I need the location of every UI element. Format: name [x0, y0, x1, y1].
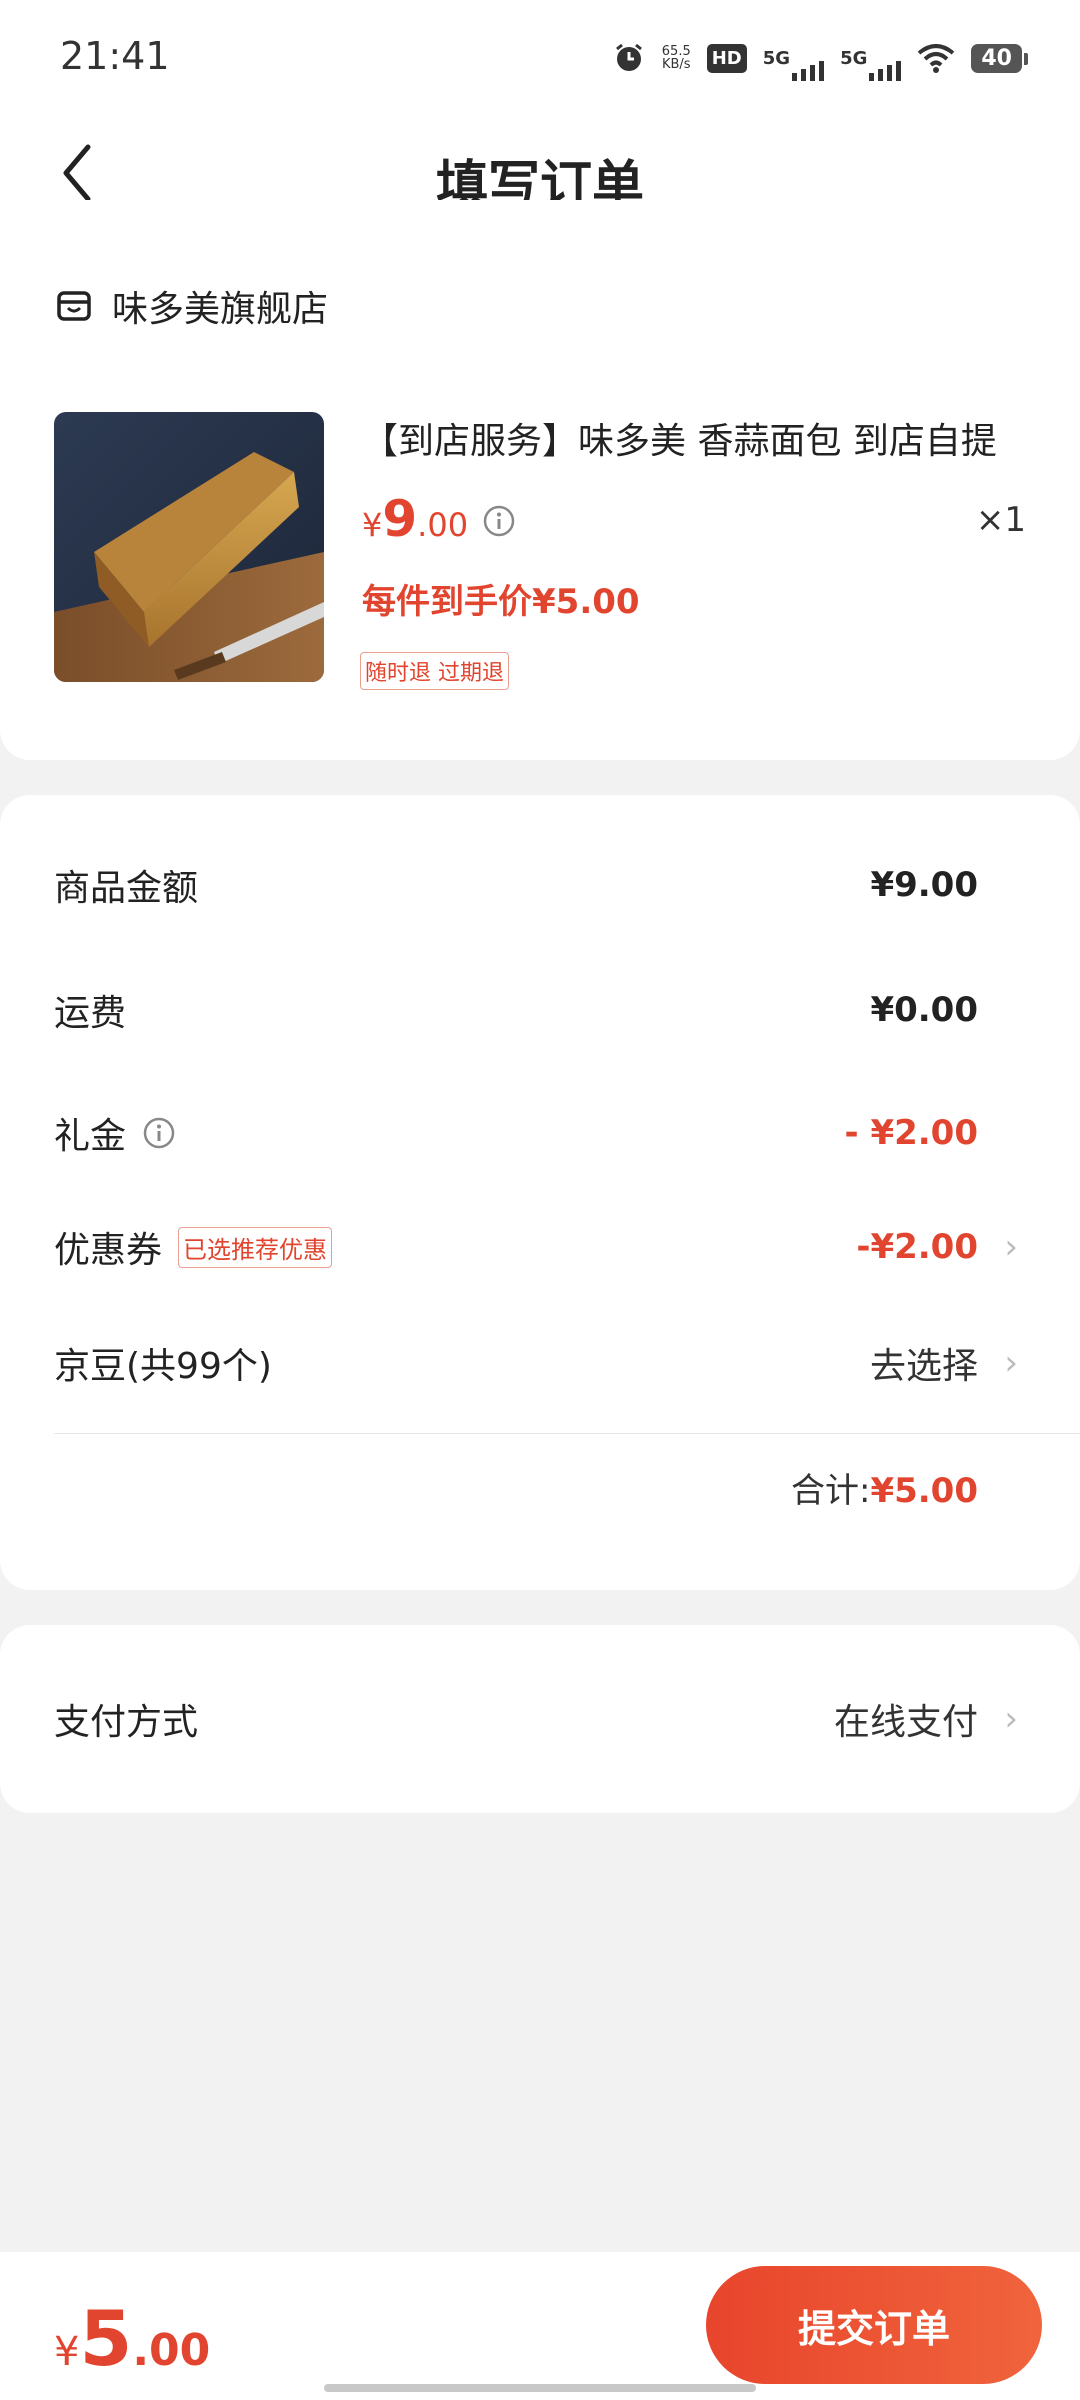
jingdou-row[interactable]: 京豆(共99个) 去选择 › [54, 1333, 1080, 1393]
quantity: ×1 [975, 500, 1026, 540]
hd-icon: HD [706, 43, 747, 73]
product-price: ¥ 9 .00 [362, 490, 468, 548]
network-speed-unit: KB/s [661, 57, 691, 72]
signal-5g-label-1: 5G [762, 47, 791, 69]
bottom-total-price: ¥ 5 .00 [54, 2294, 210, 2383]
bottom-price-integer: 5 [79, 2294, 133, 2383]
info-icon[interactable] [142, 1116, 176, 1150]
goods-amount-label: 商品金额 [54, 868, 199, 909]
store-name: 味多美旗舰店 [112, 289, 329, 330]
status-bar: 21:41 65.5 KB/s HD 5G 5G 40 [0, 0, 1080, 115]
price-integer: 9 [382, 490, 418, 548]
total-label: 合计: [790, 1471, 871, 1511]
signal-5g-icon-2: 5G [840, 47, 902, 81]
coupon-row[interactable]: 优惠券 已选推荐优惠 -¥2.00 › [54, 1217, 1080, 1277]
payment-card: 支付方式 在线支付 › [0, 1625, 1080, 1813]
product-title[interactable]: 【到店服务】味多美 香蒜面包 到店自提 [362, 412, 1032, 464]
product-card: 味多美旗舰店 【到店服务】味多美 香蒜面包 到店自提 ¥ 9 .00 ×1 每件… [0, 200, 1080, 760]
shipping-label: 运费 [54, 993, 127, 1034]
coupon-label: 优惠券 [54, 1230, 163, 1271]
gift-money-row: 礼金 - ¥2.00 [54, 1103, 1080, 1163]
info-icon[interactable] [482, 504, 516, 538]
store-row[interactable]: 味多美旗舰店 [56, 280, 328, 332]
divider [54, 1433, 1080, 1434]
gift-money-value: - ¥2.00 [844, 1113, 979, 1153]
payment-method-label: 支付方式 [54, 1702, 199, 1743]
bottom-price-decimal: .00 [132, 2325, 211, 2376]
store-icon [57, 291, 91, 321]
goods-amount-value: ¥9.00 [870, 865, 978, 905]
network-speed: 65.5 KB/s [662, 45, 691, 71]
jingdou-value: 去选择 [869, 1346, 978, 1387]
alarm-icon [615, 43, 642, 71]
price-decimal: .00 [417, 506, 469, 544]
per-item-price: 每件到手价¥5.00 [362, 582, 640, 622]
wifi-icon [918, 44, 955, 73]
shipping-value: ¥0.00 [870, 990, 978, 1030]
total-row: 合计: ¥5.00 [791, 1463, 978, 1512]
chevron-right-icon: › [1004, 1227, 1018, 1267]
home-indicator[interactable] [324, 2384, 756, 2392]
jingdou-label: 京豆(共99个) [54, 1346, 272, 1387]
chevron-right-icon: › [1004, 1343, 1018, 1383]
coupon-value: -¥2.00 [856, 1227, 978, 1267]
payment-method-row[interactable]: 支付方式 在线支付 › [54, 1689, 1080, 1749]
battery-icon: 40 [971, 43, 1028, 73]
signal-5g-label-2: 5G [840, 47, 868, 69]
status-icons: 65.5 KB/s HD 5G 5G 40 [612, 36, 1028, 81]
coupon-tag: 已选推荐优惠 [178, 1226, 333, 1268]
gift-money-label-group: 礼金 [54, 1107, 176, 1159]
goods-amount-row: 商品金额 ¥9.00 [54, 855, 1080, 915]
submit-order-button[interactable]: 提交订单 [706, 2266, 1042, 2384]
coupon-label-group: 优惠券 已选推荐优惠 [54, 1221, 333, 1273]
payment-method-value: 在线支付 [833, 1702, 978, 1743]
price-symbol: ¥ [362, 506, 383, 544]
chevron-right-icon: › [1004, 1699, 1018, 1739]
product-image[interactable] [54, 412, 324, 682]
bottom-bar: ¥ 5 .00 提交订单 [0, 2252, 1080, 2400]
total-value: ¥5.00 [870, 1471, 978, 1511]
price-summary-card: 商品金额 ¥9.00 运费 ¥0.00 礼金 - ¥2.00 优惠券 已选推荐优… [0, 795, 1080, 1590]
gift-money-label: 礼金 [54, 1116, 127, 1157]
refund-tag: 随时退 过期退 [360, 652, 509, 690]
status-time: 21:41 [60, 34, 170, 78]
shipping-row: 运费 ¥0.00 [54, 980, 1080, 1040]
signal-5g-icon-1: 5G [762, 47, 825, 81]
bottom-price-symbol: ¥ [54, 2329, 80, 2375]
